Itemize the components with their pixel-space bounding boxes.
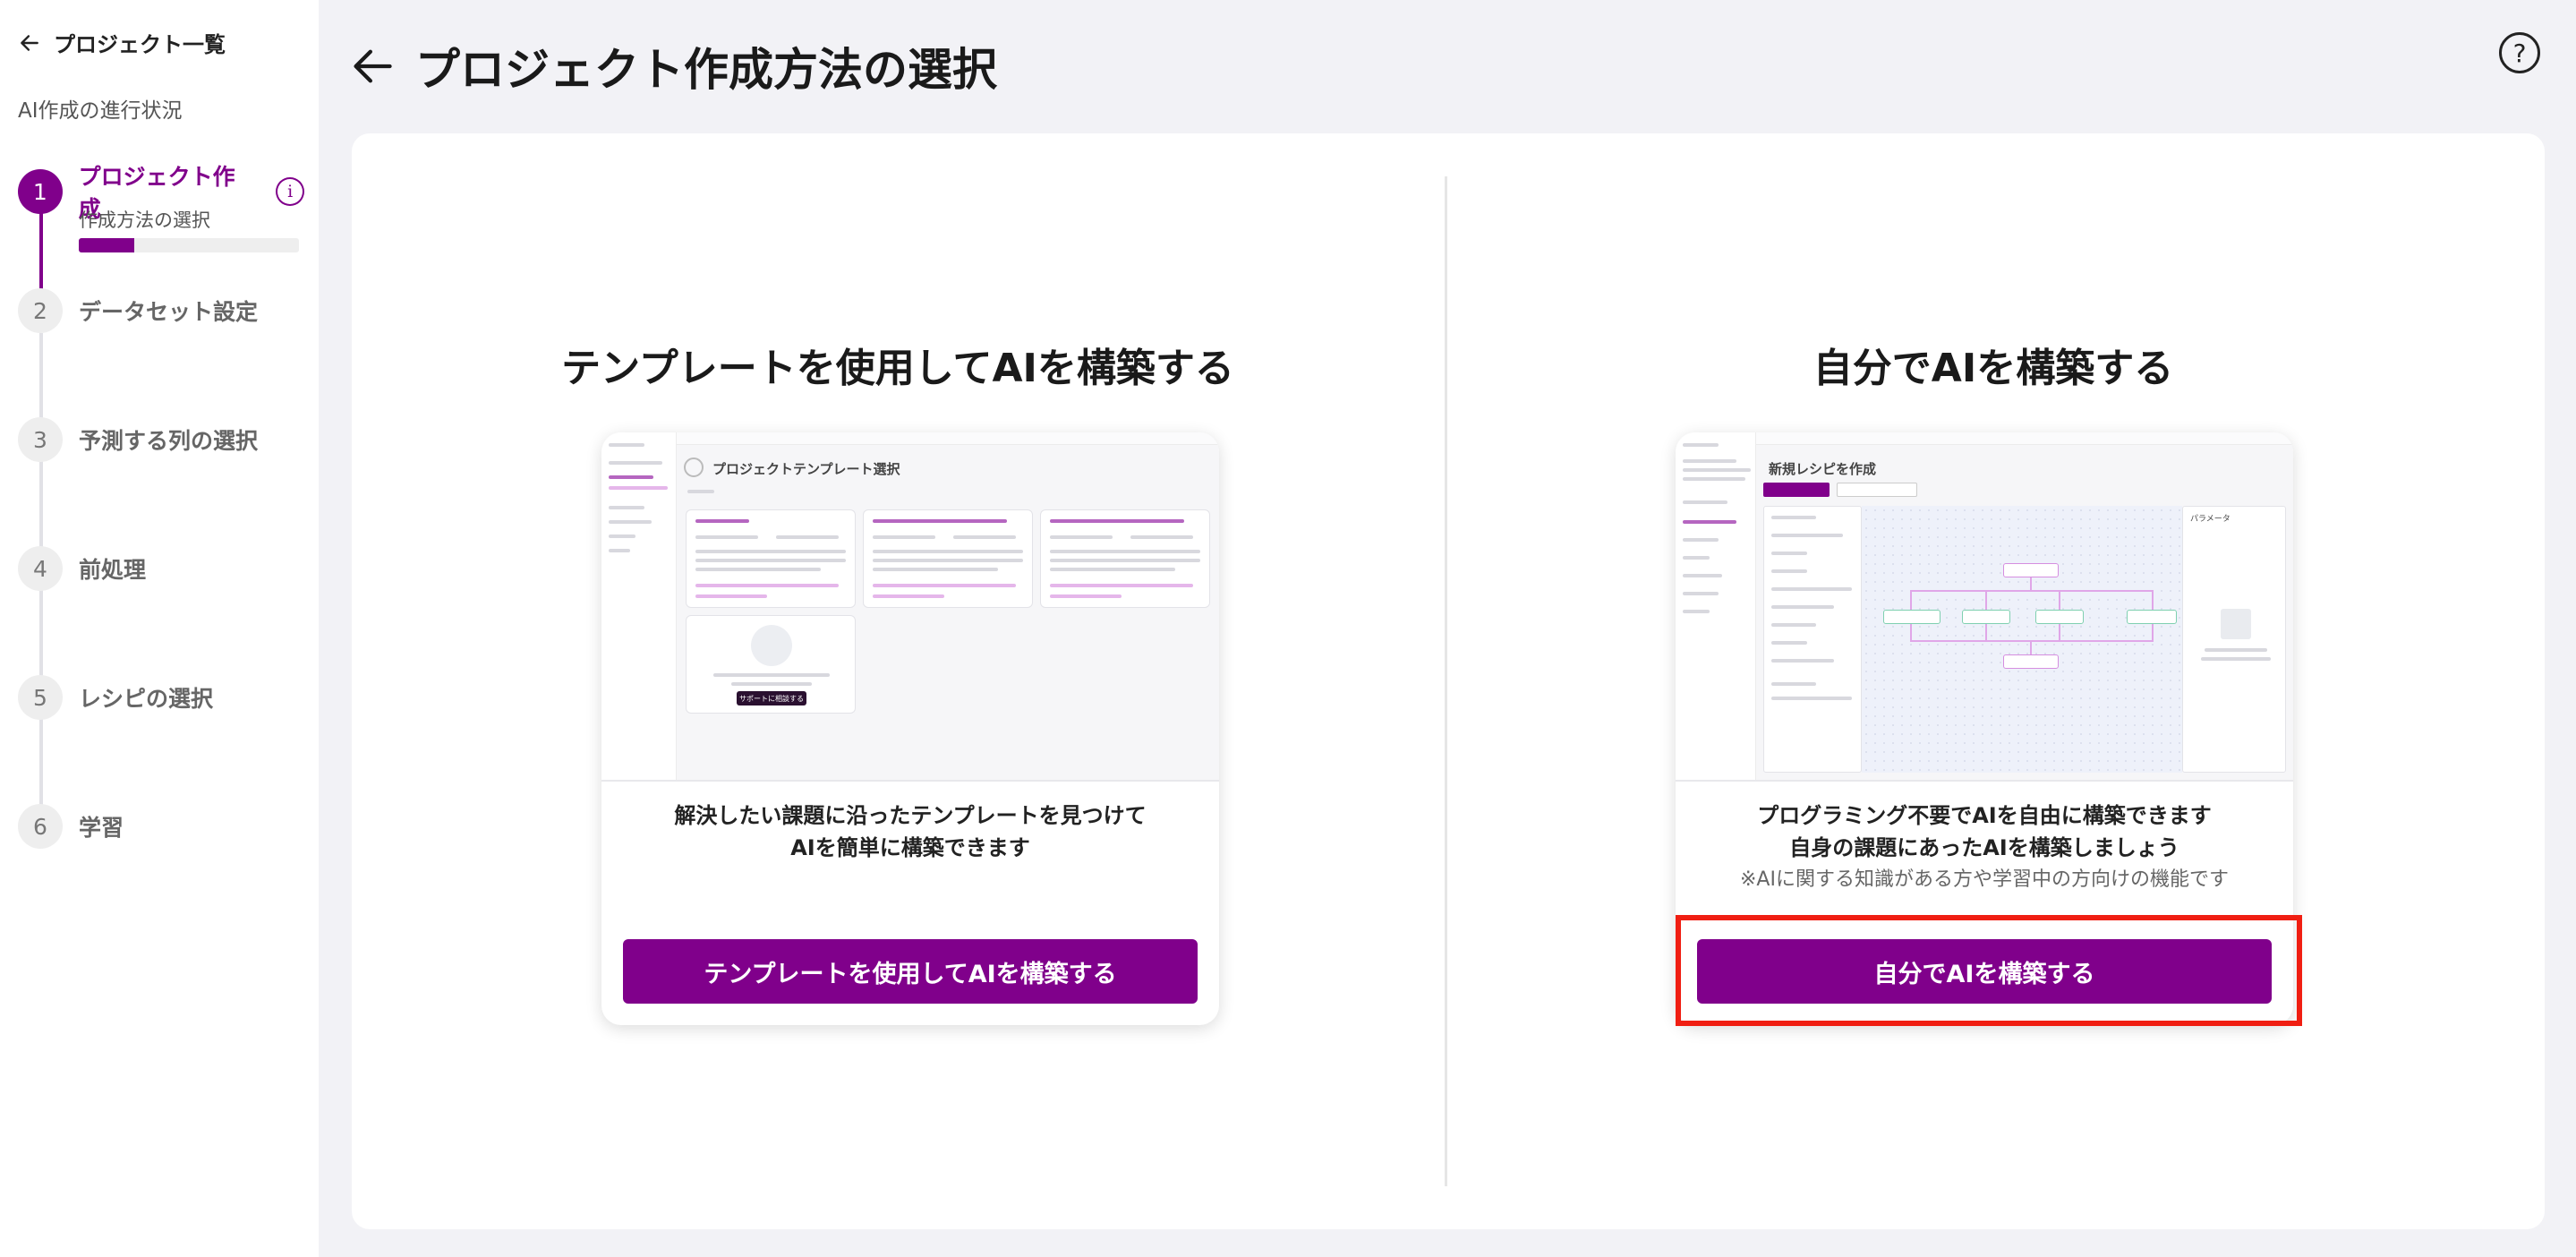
- page-title: プロジェクト作成方法の選択: [415, 44, 997, 96]
- step-6[interactable]: 6 学習: [18, 804, 124, 849]
- step-label: レシピの選択: [79, 686, 214, 712]
- step-label: 前処理: [79, 557, 147, 583]
- preview-canvas: [1862, 506, 2182, 773]
- template-description: 解決したい課題に沿ったテンプレートを見つけて AIを簡単に構築できます: [601, 800, 1219, 864]
- step-label: データセット設定: [79, 299, 259, 325]
- sidebar: プロジェクト一覧 AI作成の進行状況 1 プロジェクト作成 i 作成方法の選択 …: [0, 0, 319, 1257]
- custom-description: プログラミング不要でAIを自由に構築できます 自身の課題にあったAIを構築しまし…: [1676, 800, 2293, 896]
- preview-heading: プロジェクトテンプレート選択: [712, 461, 900, 477]
- step-number: 5: [18, 675, 63, 720]
- description-line: 自身の課題にあったAIを構築しましょう: [1789, 835, 2179, 860]
- preview-support-button: サポートに相談する: [737, 691, 806, 705]
- preview-panel-label: パラメータ: [2190, 515, 2231, 524]
- step-label: 予測する列の選択: [79, 428, 259, 454]
- custom-preview-image: 新規レシピを作成 パラメータ: [1676, 432, 2293, 782]
- step-3[interactable]: 3 予測する列の選択: [18, 417, 258, 462]
- custom-card: 新規レシピを作成 パラメータ プログラミング不要でAIを自由に構築できます 自身…: [1676, 432, 2293, 1025]
- build-yourself-button[interactable]: 自分でAIを構築する: [1697, 939, 2272, 1004]
- description-note: ※AIに関する知識がある方や学習中の方向けの機能です: [1740, 868, 2229, 891]
- substep-label: 作成方法の選択: [79, 210, 210, 231]
- page-header: プロジェクト作成方法の選択: [349, 34, 997, 98]
- help-icon[interactable]: ?: [2499, 32, 2540, 73]
- substep-progress-bar: [79, 238, 299, 252]
- preview-heading: 新規レシピを作成: [1769, 461, 1877, 477]
- step-number: 1: [18, 169, 63, 214]
- template-option: テンプレートを使用してAIを構築する プロジェクトテンプレート選択 サポートに相…: [352, 133, 1444, 1229]
- arrow-left-icon: [21, 34, 38, 51]
- step-5[interactable]: 5 レシピの選択: [18, 675, 213, 720]
- template-preview-image: プロジェクトテンプレート選択 サポートに相談する: [601, 432, 1219, 782]
- back-link-label: プロジェクト一覧: [54, 32, 226, 57]
- step-number: 3: [18, 417, 63, 462]
- step-label: 学習: [79, 815, 124, 841]
- preview-sidebar: [1676, 432, 1756, 780]
- step-4[interactable]: 4 前処理: [18, 546, 146, 591]
- substep-progress-fill: [79, 238, 134, 252]
- description-line: プログラミング不要でAIを自由に構築できます: [1757, 803, 2212, 828]
- description-line: 解決したい課題に沿ったテンプレートを見つけて: [674, 803, 1147, 828]
- progress-title: AI作成の進行状況: [18, 99, 183, 123]
- option-title: 自分でAIを構築する: [1813, 346, 2174, 391]
- back-to-project-list-link[interactable]: プロジェクト一覧: [18, 27, 226, 58]
- method-selection-panel: テンプレートを使用してAIを構築する プロジェクトテンプレート選択 サポートに相…: [352, 133, 2545, 1229]
- step-number: 4: [18, 546, 63, 591]
- option-title: テンプレートを使用してAIを構築する: [561, 346, 1234, 391]
- step-2[interactable]: 2 データセット設定: [18, 288, 258, 333]
- step-list: 1 プロジェクト作成 i 作成方法の選択 2 データセット設定 3 予測する列の…: [18, 159, 304, 876]
- step-number: 2: [18, 288, 63, 333]
- back-arrow-icon[interactable]: [349, 43, 396, 90]
- custom-option: 自分でAIを構築する 新規レシピを作成 パラメータ プログラミング不要でAIを自…: [1447, 133, 2539, 1229]
- template-card: プロジェクトテンプレート選択 サポートに相談する 解決したい課題に沿ったテンプレ…: [601, 432, 1219, 1025]
- description-line: AIを簡単に構築できます: [790, 835, 1030, 860]
- preview-sidebar: [601, 432, 677, 780]
- step-number: 6: [18, 804, 63, 849]
- info-icon[interactable]: i: [276, 177, 304, 206]
- build-with-template-button[interactable]: テンプレートを使用してAIを構築する: [623, 939, 1198, 1004]
